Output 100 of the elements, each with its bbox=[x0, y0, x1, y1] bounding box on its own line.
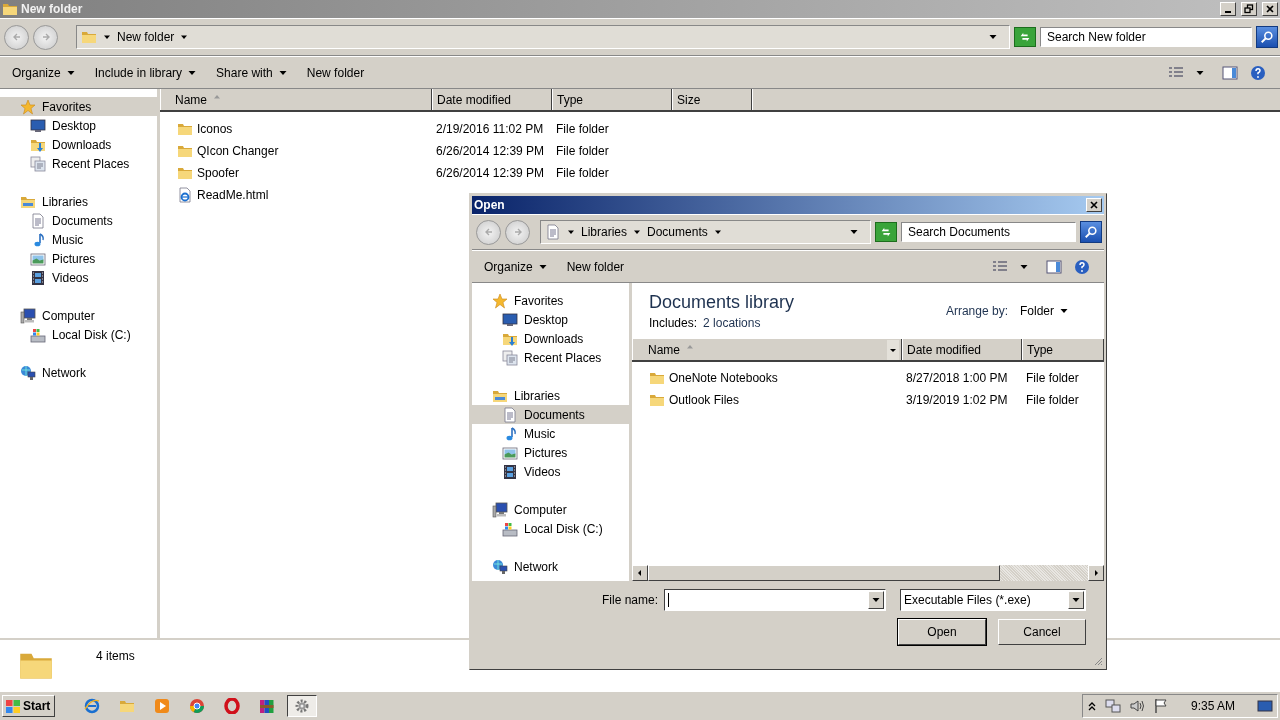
nav-item[interactable]: Music bbox=[0, 230, 157, 249]
file-name[interactable]: Iconos bbox=[160, 121, 432, 137]
caret-icon[interactable] bbox=[103, 33, 111, 41]
address-bar[interactable]: Libraries Documents bbox=[540, 220, 871, 244]
column-dropdown-icon[interactable] bbox=[887, 339, 899, 360]
computer-icon bbox=[492, 501, 508, 518]
help-icon[interactable] bbox=[1074, 258, 1090, 275]
nav-item[interactable]: Network bbox=[472, 557, 629, 576]
nav-item[interactable]: Libraries bbox=[472, 386, 629, 405]
address-bar[interactable]: New folder bbox=[76, 25, 1010, 49]
search-field[interactable]: Search Documents bbox=[901, 222, 1076, 242]
toolbar-button[interactable]: New folder bbox=[556, 254, 629, 279]
file-name[interactable]: QIcon Changer bbox=[160, 143, 432, 159]
breadcrumb[interactable]: Documents bbox=[647, 225, 708, 239]
nav-item[interactable]: Videos bbox=[472, 462, 629, 481]
nav-item[interactable]: Computer bbox=[0, 306, 157, 325]
scroll-right-icon[interactable] bbox=[1092, 569, 1100, 577]
arrange-dropdown[interactable]: Folder bbox=[1010, 299, 1078, 323]
dropdown-icon[interactable] bbox=[989, 33, 997, 41]
restore-button[interactable] bbox=[1241, 2, 1257, 16]
dropdown-icon bbox=[1072, 596, 1080, 604]
cancel-button[interactable]: Cancel bbox=[998, 619, 1086, 645]
search-field[interactable]: Search New folder bbox=[1040, 27, 1252, 47]
column-header[interactable]: Type bbox=[552, 89, 672, 110]
nav-item[interactable]: Pictures bbox=[472, 443, 629, 462]
nav-item[interactable]: Recent Places bbox=[0, 154, 157, 173]
column-header[interactable]: Name bbox=[632, 339, 902, 360]
caret-icon[interactable] bbox=[567, 228, 575, 236]
refresh-button[interactable] bbox=[875, 222, 897, 242]
nav-item[interactable]: Documents bbox=[472, 405, 629, 424]
toolbar-button[interactable]: Share with bbox=[206, 60, 297, 85]
speaker-icon[interactable] bbox=[1128, 698, 1145, 714]
drive-icon bbox=[502, 520, 518, 537]
nav-item[interactable]: Favorites bbox=[472, 291, 629, 310]
column-header[interactable]: Name bbox=[160, 89, 432, 110]
nav-item[interactable]: Favorites bbox=[0, 97, 157, 116]
nav-item[interactable]: Desktop bbox=[472, 310, 629, 329]
breadcrumb[interactable]: New folder bbox=[117, 30, 175, 44]
nav-item[interactable]: Downloads bbox=[472, 329, 629, 348]
nav-item[interactable]: Documents bbox=[0, 211, 157, 230]
file-name-field[interactable] bbox=[664, 589, 886, 611]
column-header[interactable]: Date modified bbox=[432, 89, 552, 110]
resize-grip-icon[interactable] bbox=[1093, 656, 1103, 666]
preview-pane-icon[interactable] bbox=[1222, 64, 1238, 81]
chevron-up-icon[interactable] bbox=[1086, 701, 1097, 711]
open-button[interactable]: Open bbox=[898, 619, 986, 645]
search-icon bbox=[1260, 30, 1274, 44]
nav-item[interactable]: Local Disk (C:) bbox=[0, 325, 157, 344]
file-name[interactable]: ReadMe.html bbox=[160, 187, 432, 203]
close-button[interactable] bbox=[1086, 198, 1102, 212]
network-icon[interactable] bbox=[1104, 698, 1121, 714]
nav-item[interactable]: Music bbox=[472, 424, 629, 443]
nav-item[interactable]: Videos bbox=[0, 268, 157, 287]
nav-item[interactable]: Recent Places bbox=[472, 348, 629, 367]
column-header[interactable]: Size bbox=[672, 89, 752, 110]
file-name[interactable]: OneNote Notebooks bbox=[632, 370, 902, 386]
minimize-button[interactable] bbox=[1220, 2, 1236, 16]
flag-icon[interactable] bbox=[1152, 698, 1169, 714]
refresh-button[interactable] bbox=[1014, 27, 1036, 47]
nav-item[interactable]: Desktop bbox=[0, 116, 157, 135]
help-icon[interactable] bbox=[1250, 64, 1266, 81]
folder-icon bbox=[649, 370, 665, 386]
file-name[interactable]: Outlook Files bbox=[632, 392, 902, 408]
arrange-label: Arrange by: bbox=[945, 304, 1008, 318]
folder-icon bbox=[2, 1, 18, 17]
caret-icon[interactable] bbox=[1020, 262, 1028, 271]
horizontal-scrollbar[interactable] bbox=[632, 565, 1104, 581]
show-desktop-icon[interactable] bbox=[1257, 698, 1273, 714]
table-cell-text: 6/26/2014 12:39 PM bbox=[435, 144, 546, 158]
search-button[interactable] bbox=[1256, 26, 1278, 48]
column-header[interactable]: Date modified bbox=[902, 339, 1022, 360]
scroll-thumb[interactable] bbox=[648, 565, 1000, 581]
toolbar-button[interactable]: Organize bbox=[474, 254, 557, 279]
toolbar-button[interactable]: Organize bbox=[2, 60, 85, 85]
locations-link[interactable]: 2 locations bbox=[703, 316, 761, 330]
clock[interactable]: 9:35 AM bbox=[1190, 699, 1235, 713]
file-type-dropdown[interactable]: Executable Files (*.exe) bbox=[900, 589, 1086, 611]
preview-pane-icon[interactable] bbox=[1046, 258, 1062, 275]
search-button[interactable] bbox=[1080, 221, 1102, 243]
toolbar-button[interactable]: New folder bbox=[296, 60, 369, 85]
caret-icon[interactable] bbox=[1196, 68, 1204, 77]
nav-item[interactable]: Network bbox=[0, 363, 157, 382]
column-header[interactable]: Type bbox=[1022, 339, 1104, 360]
nav-item[interactable]: Libraries bbox=[0, 192, 157, 211]
taskbar-app[interactable] bbox=[287, 695, 318, 717]
caret-icon[interactable] bbox=[713, 228, 722, 236]
caret-icon[interactable] bbox=[180, 33, 189, 41]
file-name[interactable]: Spoofer bbox=[160, 165, 432, 181]
nav-item[interactable]: Pictures bbox=[0, 249, 157, 268]
start-button[interactable]: Start bbox=[2, 695, 56, 717]
scroll-left-icon[interactable] bbox=[636, 569, 644, 577]
dropdown-icon[interactable] bbox=[850, 228, 858, 236]
dropdown-icon[interactable] bbox=[872, 596, 880, 604]
caret-icon[interactable] bbox=[633, 228, 642, 236]
nav-item[interactable]: Local Disk (C:) bbox=[472, 519, 629, 538]
toolbar-button[interactable]: Include in library bbox=[84, 60, 207, 85]
close-button[interactable] bbox=[1262, 2, 1278, 16]
breadcrumb[interactable]: Libraries bbox=[581, 225, 628, 239]
nav-item[interactable]: Computer bbox=[472, 500, 629, 519]
nav-item[interactable]: Downloads bbox=[0, 135, 157, 154]
